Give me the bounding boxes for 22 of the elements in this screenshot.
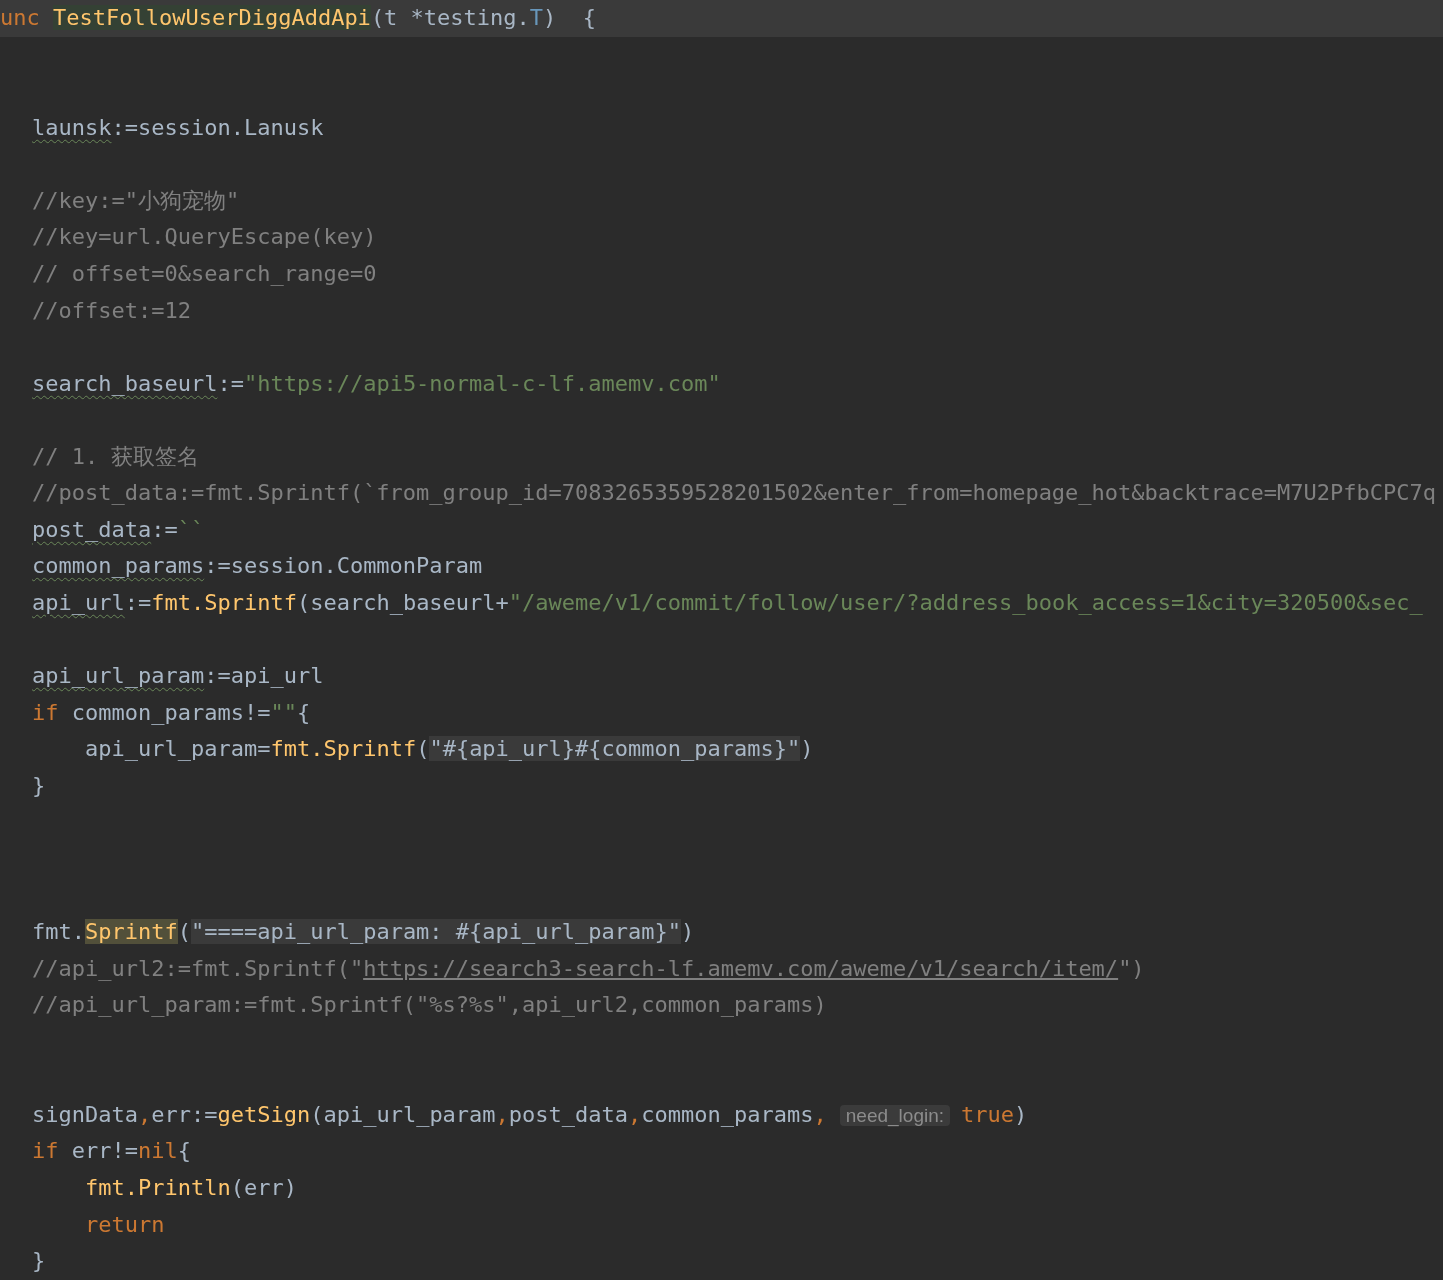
code-line: } (31, 771, 47, 800)
code-line: //post_data:=fmt.Sprintf(`from_group_id=7083265359528201502&enter_from=homepage_hot&backtrace=M7U2PfbCPC7q (31, 479, 1437, 508)
code-line: return (84, 1210, 166, 1239)
code-line: //api_url_param:=fmt.Sprintf("%s?%s",api_url2,common_params) (31, 991, 828, 1020)
code-line: } (31, 1247, 47, 1276)
code-line: common_params:=session.CommonParam (31, 552, 484, 581)
code-line: //key:="小狗宠物" (31, 186, 241, 215)
code-line: api_url:=fmt.Sprintf(search_baseurl+"/aweme/v1/commit/follow/user/?address_book_access=1&city=320500&sec_ (31, 589, 1424, 617)
code-line: api_url_param=fmt.Sprintf("#{api_url}#{common_params}") (84, 735, 815, 764)
code-line: //offset:=12 (31, 296, 192, 325)
code-line: // 1. 获取签名 (31, 442, 201, 471)
code-line: signData,err:=getSign(api_url_param,post_data,common_params, need_login: true) (31, 1100, 1029, 1129)
code-line: // offset=0&search_range=0 (31, 259, 378, 288)
code-line: post_data:=`` (31, 515, 206, 544)
code-line: api_url_param:=api_url (31, 662, 325, 691)
code-line: fmt.Println(err) (84, 1174, 298, 1202)
code-line: if err!=nil{ (31, 1137, 192, 1166)
code-line: launsk:=session.Lanusk (31, 113, 325, 142)
code-line: search_baseurl:="https://api5-normal-c-lf.amemv.com" (31, 369, 722, 398)
code-line: if common_params!=""{ (31, 698, 312, 727)
code-line: //api_url2:=fmt.Sprintf("https://search3-search-lf.amemv.com/aweme/v1/search/item/") (31, 954, 1146, 983)
code-line: //key=url.QueryEscape(key) (31, 223, 378, 252)
